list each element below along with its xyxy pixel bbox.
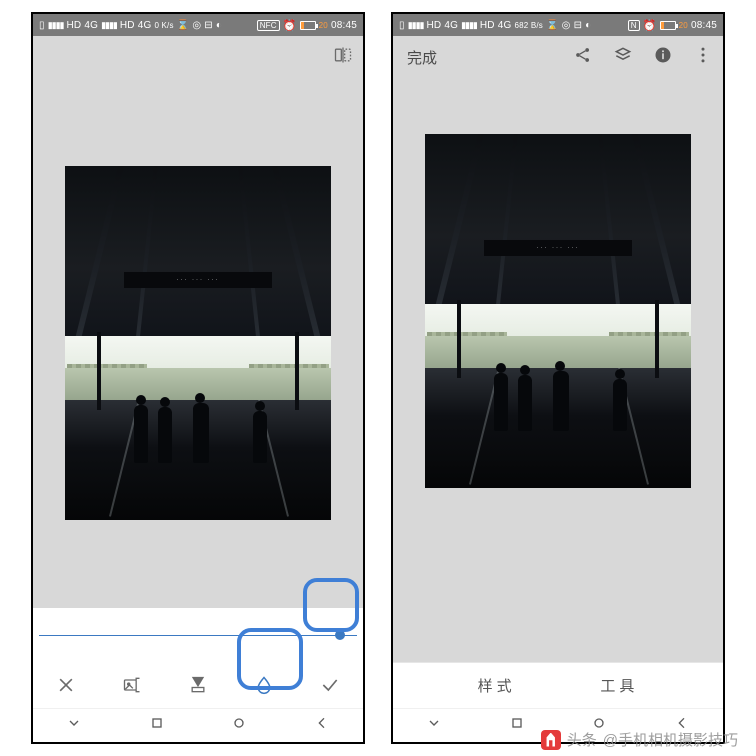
alarm-icon: ⏰ xyxy=(643,19,657,32)
signal-1-icon: ▮▮▮▮ xyxy=(48,20,64,31)
hourglass-icon: ⌛ xyxy=(177,20,190,31)
watermark-text: @手机相机摄影技巧 xyxy=(603,729,738,750)
nav-down-icon[interactable] xyxy=(426,715,442,736)
apply-button[interactable] xyxy=(297,662,363,708)
slider-handle[interactable] xyxy=(335,630,345,640)
alarm-icon: ⏰ xyxy=(283,19,297,32)
eye-icon: ◐ xyxy=(585,20,591,31)
bottom-tabs: 样式 工具 xyxy=(393,662,723,708)
editor-top-bar xyxy=(33,36,363,78)
edit-toolbar xyxy=(33,662,363,708)
nfc-icon: NFC xyxy=(257,20,280,31)
nav-back-icon[interactable] xyxy=(314,715,330,736)
nav-down-icon[interactable] xyxy=(66,715,82,736)
photo-canvas[interactable]: ··· ··· ··· xyxy=(33,78,363,608)
nav-recent-icon[interactable] xyxy=(509,715,525,736)
nav-home-icon[interactable] xyxy=(231,715,247,736)
battery-icon xyxy=(300,21,316,30)
battery-pct: 20 xyxy=(679,21,688,30)
more-menu-icon[interactable] xyxy=(693,45,713,70)
watermark-prefix: 头条 xyxy=(567,729,597,750)
status-bar: ▯ ▮▮▮▮ HD 4G ▮▮▮▮ HD 4G 682 B/s ⌛ ◎ ⊟ ◐ … xyxy=(393,14,723,36)
net-speed: 0 K/s xyxy=(154,22,173,29)
share-icon[interactable] xyxy=(573,45,593,70)
sim1-icon: ▯ xyxy=(399,20,405,31)
nfc-icon: N xyxy=(628,20,640,31)
sim1-net: HD 4G xyxy=(427,20,459,31)
compare-image-icon[interactable] xyxy=(99,662,165,708)
undo-history-icon[interactable] xyxy=(613,45,633,70)
edited-photo: ··· ··· ··· xyxy=(65,166,331,520)
signal-2-icon: ▮▮▮▮ xyxy=(101,20,117,31)
sim1-icon: ▯ xyxy=(39,20,45,31)
crop-rotate-icon[interactable] xyxy=(165,662,231,708)
cancel-button[interactable] xyxy=(33,662,99,708)
done-button[interactable]: 完成 xyxy=(407,47,437,68)
info-icon[interactable] xyxy=(653,45,673,70)
watermark: 头条 @手机相机摄影技巧 xyxy=(541,729,738,750)
tab-tools[interactable]: 工具 xyxy=(600,675,638,696)
adjustment-slider[interactable] xyxy=(33,608,363,662)
photo-sign: ··· ··· ··· xyxy=(484,240,633,256)
hourglass-icon: ⌛ xyxy=(546,20,559,31)
phone-right-main-screen: ▯ ▮▮▮▮ HD 4G ▮▮▮▮ HD 4G 682 B/s ⌛ ◎ ⊟ ◐ … xyxy=(391,12,725,744)
phone-left-edit-screen: ▯ ▮▮▮▮ HD 4G ▮▮▮▮ HD 4G 0 K/s ⌛ ◎ ⊟ ◐ NF… xyxy=(31,12,365,744)
sim2-net: HD 4G xyxy=(480,20,512,31)
slider-track xyxy=(39,635,357,636)
photo-canvas[interactable]: ··· ··· ··· xyxy=(393,78,723,662)
main-top-bar: 完成 xyxy=(393,36,723,78)
nav-recent-icon[interactable] xyxy=(149,715,165,736)
signal-2-icon: ▮▮▮▮ xyxy=(461,20,477,31)
watermark-logo-icon xyxy=(541,730,561,750)
clock: 08:45 xyxy=(691,20,717,31)
flip-icon[interactable] xyxy=(333,45,353,70)
eye-icon: ◐ xyxy=(216,20,222,31)
white-balance-drop-icon[interactable] xyxy=(231,662,297,708)
sync-icon: ◎ xyxy=(192,20,201,31)
edited-photo: ··· ··· ··· xyxy=(425,134,691,488)
clock: 08:45 xyxy=(331,20,357,31)
cloud-icon: ⊟ xyxy=(574,20,583,31)
sim1-net: HD 4G xyxy=(67,20,99,31)
photo-sign: ··· ··· ··· xyxy=(124,272,273,288)
tab-styles[interactable]: 样式 xyxy=(478,675,516,696)
net-speed: 682 B/s xyxy=(514,22,543,29)
battery-pct: 20 xyxy=(319,21,328,30)
android-nav-bar xyxy=(33,708,363,742)
sim2-net: HD 4G xyxy=(120,20,152,31)
battery-icon xyxy=(660,21,676,30)
status-bar: ▯ ▮▮▮▮ HD 4G ▮▮▮▮ HD 4G 0 K/s ⌛ ◎ ⊟ ◐ NF… xyxy=(33,14,363,36)
signal-1-icon: ▮▮▮▮ xyxy=(408,20,424,31)
cloud-icon: ⊟ xyxy=(204,20,213,31)
sync-icon: ◎ xyxy=(562,20,571,31)
